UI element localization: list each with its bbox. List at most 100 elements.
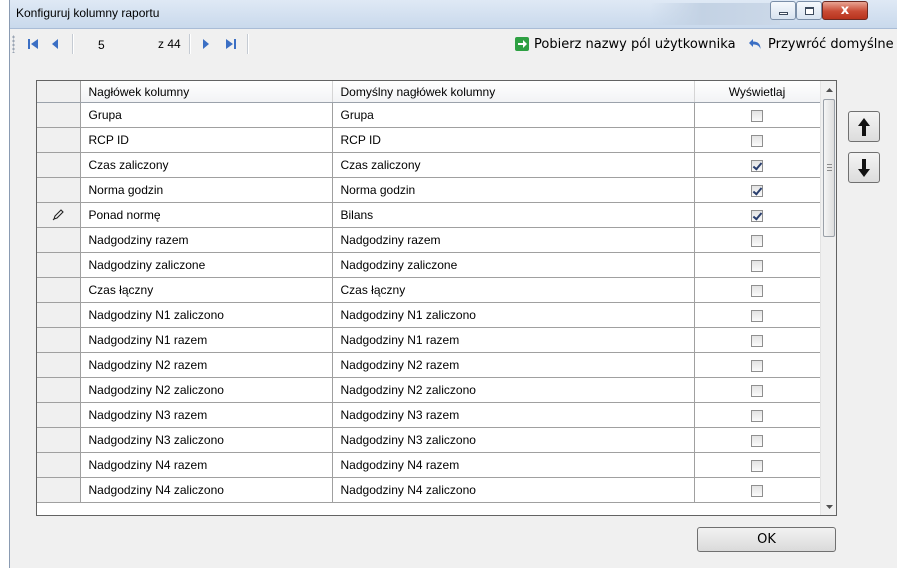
show-checkbox[interactable] [751,409,763,422]
cell-column-header[interactable]: RCP ID [80,127,333,153]
table-row[interactable]: Nadgodziny N4 zaliczono Nadgodziny N4 zal… [37,477,821,503]
table-row[interactable]: Nadgodziny N4 razem Nadgodziny N4 razem [37,452,821,478]
page-number-input[interactable] [97,34,157,53]
table-row[interactable]: RCP ID RCP ID [37,127,821,153]
last-page-icon [226,39,236,49]
row-selector[interactable] [37,477,81,503]
table-row[interactable]: Nadgodziny zaliczone Nadgodziny zaliczone [37,252,821,278]
cell-column-header[interactable]: Nadgodziny N1 zaliczono [80,302,333,328]
close-button[interactable]: x [822,1,868,20]
columns-table: Nagłówek kolumny Domyślny nagłówek kolum… [37,81,821,503]
cell-column-header[interactable]: Nadgodziny N2 zaliczono [80,377,333,403]
row-selector[interactable] [37,177,81,203]
scroll-thumb[interactable] [823,99,835,237]
cell-column-header[interactable]: Grupa [80,102,333,128]
table-row[interactable]: Nadgodziny N3 razem Nadgodziny N3 razem [37,402,821,428]
cell-column-header[interactable]: Norma godzin [80,177,333,203]
show-checkbox[interactable] [751,259,763,272]
row-selector[interactable] [37,202,81,228]
table-row[interactable]: Czas zaliczony Czas zaliczony [37,152,821,178]
cell-default-header: Grupa [332,102,695,128]
show-checkbox[interactable] [751,184,763,197]
cell-show [694,377,821,403]
show-checkbox[interactable] [751,334,763,347]
table-row[interactable]: Czas łączny Czas łączny [37,277,821,303]
table-row[interactable]: Grupa Grupa [37,102,821,128]
move-down-icon [858,158,870,177]
move-up-button[interactable] [848,111,880,142]
row-selector[interactable] [37,102,81,128]
cell-column-header[interactable]: Nadgodziny N4 zaliczono [80,477,333,503]
cell-column-header[interactable]: Ponad normę [80,202,333,228]
cell-default-header: Nadgodziny N4 zaliczono [332,477,695,503]
row-selector[interactable] [37,377,81,403]
table-row[interactable]: Nadgodziny N1 zaliczono Nadgodziny N1 zal… [37,302,821,328]
cell-column-header[interactable]: Nadgodziny N1 razem [80,327,333,353]
row-selector[interactable] [37,152,81,178]
first-page-button[interactable] [24,35,42,53]
row-selector[interactable] [37,452,81,478]
table-row[interactable]: Norma godzin Norma godzin [37,177,821,203]
toolbar-grip[interactable] [12,35,15,53]
cell-column-header[interactable]: Nadgodziny N2 razem [80,352,333,378]
show-checkbox[interactable] [751,359,763,372]
table-row[interactable]: Ponad normę Bilans [37,202,821,228]
prev-page-icon [52,39,58,49]
cell-column-header[interactable]: Nadgodziny N3 zaliczono [80,427,333,453]
show-checkbox[interactable] [751,309,763,322]
table-row[interactable]: Nadgodziny N1 razem Nadgodziny N1 razem [37,327,821,353]
restore-defaults-button[interactable]: Przywróć domyślne [748,34,894,54]
column-header-show[interactable]: Wyświetlaj [694,81,821,103]
show-checkbox[interactable] [751,134,763,147]
scroll-up-icon [826,87,833,92]
row-selector[interactable] [37,352,81,378]
row-selector[interactable] [37,427,81,453]
column-header-default[interactable]: Domyślny nagłówek kolumny [332,81,695,103]
row-selector[interactable] [37,277,81,303]
show-checkbox[interactable] [751,109,763,122]
row-selector[interactable] [37,402,81,428]
column-header-header[interactable]: Nagłówek kolumny [80,81,333,103]
window-title: Konfiguruj kolumny raportu [16,6,160,20]
show-checkbox[interactable] [751,209,763,222]
cell-show [694,227,821,253]
row-selector[interactable] [37,127,81,153]
cell-column-header[interactable]: Nadgodziny zaliczone [80,252,333,278]
table-row[interactable]: Nadgodziny razem Nadgodziny razem [37,227,821,253]
row-selector[interactable] [37,227,81,253]
move-up-icon [858,117,870,136]
ok-button[interactable]: OK [697,527,836,552]
show-checkbox[interactable] [751,484,763,497]
cell-column-header[interactable]: Czas zaliczony [80,152,333,178]
cell-column-header[interactable]: Nadgodziny razem [80,227,333,253]
table-row[interactable]: Nadgodziny N2 razem Nadgodziny N2 razem [37,352,821,378]
show-checkbox[interactable] [751,159,763,172]
cell-column-header[interactable]: Czas łączny [80,277,333,303]
cell-column-header[interactable]: Nadgodziny N4 razem [80,452,333,478]
scroll-down-arrow[interactable] [821,498,836,515]
cell-column-header[interactable]: Nadgodziny N3 razem [80,402,333,428]
last-page-button[interactable] [222,35,240,53]
scroll-up-arrow[interactable] [821,81,836,98]
show-checkbox[interactable] [751,384,763,397]
table-row[interactable]: Nadgodziny N2 zaliczono Nadgodziny N2 zal… [37,377,821,403]
fetch-user-field-names-button[interactable]: Pobierz nazwy pól użytkownika [514,34,736,54]
table-row[interactable]: Nadgodziny N3 zaliczono Nadgodziny N3 zal… [37,427,821,453]
title-bar[interactable]: Konfiguruj kolumny raportu x [10,0,897,29]
cell-show [694,402,821,428]
row-selector[interactable] [37,302,81,328]
maximize-icon [804,6,814,15]
show-checkbox[interactable] [751,284,763,297]
row-selector[interactable] [37,252,81,278]
next-page-button[interactable] [197,35,215,53]
row-selector[interactable] [37,327,81,353]
show-checkbox[interactable] [751,434,763,447]
show-checkbox[interactable] [751,234,763,247]
show-checkbox[interactable] [751,459,763,472]
minimize-button[interactable] [770,1,796,20]
toolbar-separator [189,34,191,54]
vertical-scrollbar[interactable] [820,81,836,515]
prev-page-button[interactable] [46,35,64,53]
maximize-button[interactable] [796,1,822,20]
move-down-button[interactable] [848,152,880,183]
